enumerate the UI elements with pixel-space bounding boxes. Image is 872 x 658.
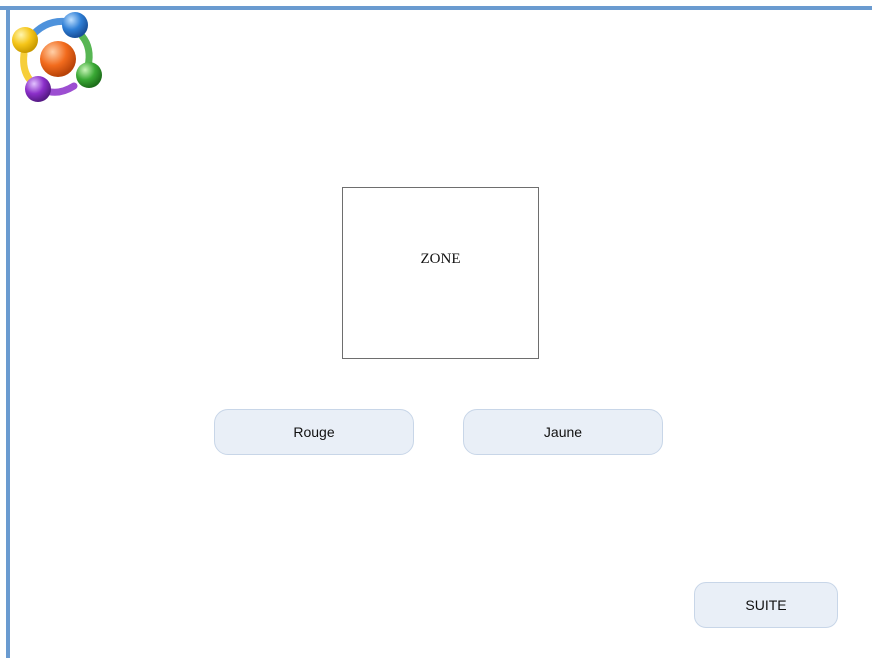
drop-zone-label: ZONE xyxy=(420,250,461,267)
rouge-button[interactable]: Rouge xyxy=(214,409,414,455)
colored-spheres-logo-icon xyxy=(12,12,102,102)
app-frame: ZONE Rouge Jaune SUITE xyxy=(0,0,872,658)
drop-zone[interactable]: ZONE xyxy=(342,187,539,359)
suite-button[interactable]: SUITE xyxy=(694,582,838,628)
jaune-button[interactable]: Jaune xyxy=(463,409,663,455)
frame-top-border xyxy=(0,6,872,10)
